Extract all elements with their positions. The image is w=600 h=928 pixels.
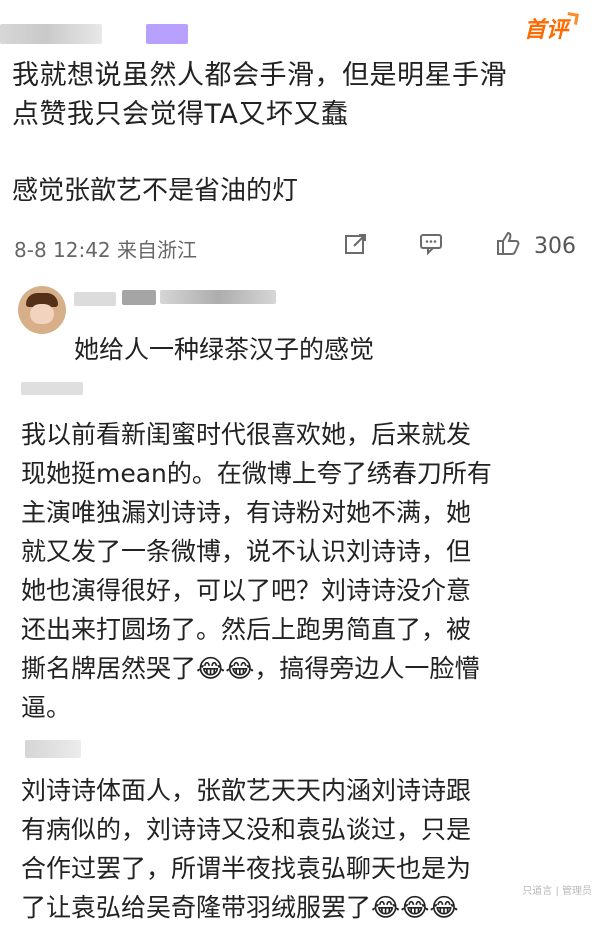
blurred-reply-username-1 [74, 292, 116, 306]
comment-1-line-3: 主演唯独漏刘诗诗，有诗粉对她不满，她 [21, 498, 472, 527]
blurred-username-2 [146, 24, 188, 44]
comment-2-line-1: 刘诗诗体面人，张歆艺天天内涵刘诗诗跟 [21, 776, 472, 805]
hot-comment-badge: 首评 [524, 12, 568, 44]
comment-2-line-3: 合作过罢了，所谓半夜找袁弘聊天也是为 [21, 854, 472, 883]
watermark: 只道言 | 管理员 [522, 886, 592, 897]
post-body-line-2: 点赞我只会觉得TA又坏又蠢 [12, 99, 349, 130]
blurred-reply-username-2 [122, 290, 156, 305]
comment-1-line-8: 逼。 [21, 693, 72, 722]
post-time-location: 8-8 12:42 来自浙江 [14, 238, 198, 262]
avatar[interactable] [18, 286, 66, 334]
comment-1-line-4: 就又发了一条微博，说不认识刘诗诗，但 [21, 537, 472, 566]
comment-1-line-1: 我以前看新闺蜜时代很喜欢她，后来就发 [21, 420, 472, 449]
like-icon[interactable] [490, 226, 524, 260]
blurred-reply-username-3 [160, 290, 276, 304]
blurred-comment-username-1 [21, 382, 83, 395]
reply-text: 她给人一种绿茶汉子的感觉 [74, 335, 375, 364]
blurred-username-1 [0, 24, 102, 44]
post-body-line-1: 我就想说虽然人都会手滑，但是明星手滑 [12, 60, 507, 91]
post-comment: 感觉张歆艺不是省油的灯 [12, 176, 299, 206]
share-icon[interactable] [340, 228, 372, 260]
comment-2-line-2: 有病似的，刘诗诗又没和袁弘谈过，只是 [21, 815, 472, 844]
comment-1-line-2: 现她挺mean的。在微博上夸了绣春刀所有 [21, 459, 492, 488]
comment-1-line-6: 还出来打圆场了。然后上跑男简直了，被 [21, 615, 472, 644]
blurred-comment-username-2 [25, 740, 81, 758]
like-count: 306 [534, 234, 576, 259]
comment-icon[interactable] [416, 228, 448, 260]
comment-1-line-7: 撕名牌居然哭了😂😂，搞得旁边人一脸懵 [21, 654, 480, 683]
comment-1-line-5: 她也演得很好，可以了吧？刘诗诗没介意 [21, 576, 472, 605]
comment-2-line-4: 了让袁弘给吴奇隆带羽绒服罢了😂😂😂 [21, 893, 459, 922]
